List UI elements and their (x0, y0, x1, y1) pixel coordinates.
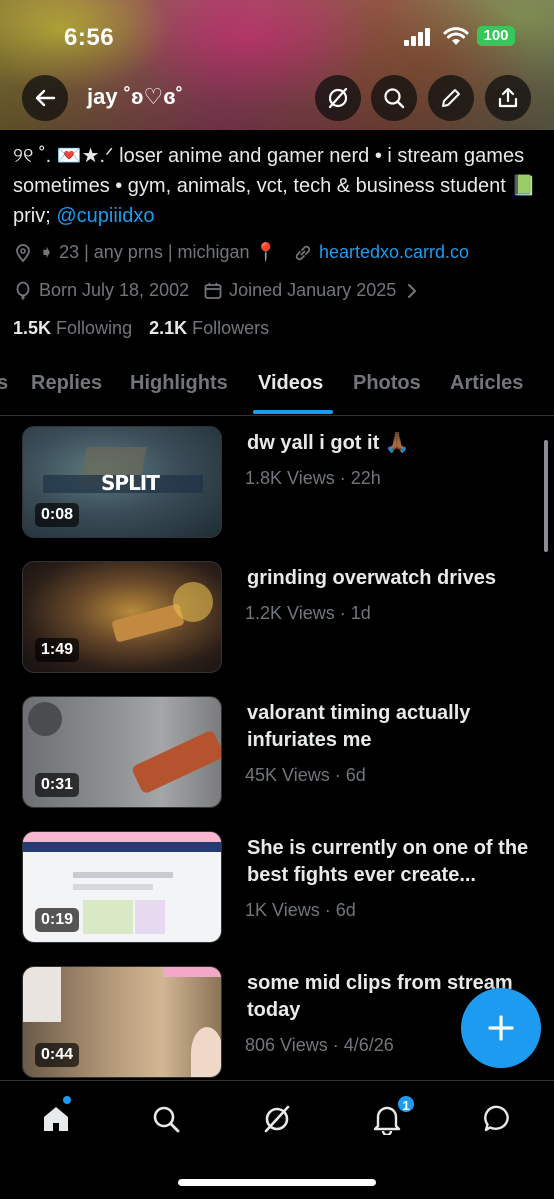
balloon-icon (16, 281, 30, 300)
tab-replies[interactable]: Replies (31, 372, 102, 395)
profile-topbar: jay ˚ʚ♡ɞ˚ (0, 75, 554, 121)
location-pin-icon (16, 243, 30, 262)
following-link[interactable]: 1.5K Following (13, 318, 132, 338)
status-time: 6:56 (64, 24, 115, 51)
video-duration: 0:08 (35, 503, 80, 527)
video-item[interactable]: 0:31 valorant timing actually infuriates… (22, 696, 554, 810)
video-meta: 45K Views · 6d (245, 765, 366, 785)
video-thumbnail[interactable]: SPLIT 0:08 (22, 426, 222, 538)
edit-button[interactable] (428, 75, 474, 121)
search-icon (384, 88, 405, 109)
profile-name: jay ˚ʚ♡ɞ˚ (87, 84, 184, 109)
nav-messages[interactable] (478, 1099, 518, 1139)
search-button[interactable] (371, 75, 417, 121)
calendar-icon (204, 282, 222, 299)
share-button[interactable] (485, 75, 531, 121)
follow-counts: 1.5K Following 2.1K Followers (13, 318, 269, 339)
video-meta: 1.2K Views · 1d (245, 603, 371, 623)
video-meta: 1K Views · 6d (245, 900, 356, 920)
home-indicator (178, 1179, 376, 1186)
wifi-icon (443, 27, 469, 45)
plus-icon (488, 1015, 514, 1041)
chat-bubble-icon (484, 1105, 509, 1132)
grok-icon (264, 1105, 290, 1133)
video-item[interactable]: 1:49 grinding overwatch drives 1.2K View… (22, 561, 554, 675)
nav-home[interactable] (36, 1099, 76, 1139)
pencil-icon (442, 89, 460, 107)
followers-link[interactable]: 2.1K Followers (149, 318, 269, 338)
video-duration: 1:49 (35, 638, 80, 662)
video-thumbnail[interactable]: 0:31 (22, 696, 222, 808)
video-thumbnail[interactable]: 1:49 (22, 561, 222, 673)
tab-articles[interactable]: Articles (450, 372, 523, 395)
grok-icon (328, 87, 348, 109)
back-arrow-icon (35, 89, 56, 107)
compose-button[interactable] (461, 988, 541, 1068)
nav-search[interactable] (146, 1099, 186, 1139)
bio-mention-link[interactable]: @cupiiidxo (56, 205, 154, 227)
video-meta: 806 Views · 4/6/26 (245, 1035, 394, 1055)
video-duration: 0:19 (35, 908, 80, 932)
profile-dates-row: Born July 18, 2002 Joined January 2025 (13, 280, 418, 301)
thumbnail-map-text: SPLIT (101, 471, 160, 495)
profile-location: ➧ 23 | any prns | michigan 📍 (39, 242, 277, 262)
share-icon (498, 87, 518, 108)
tab-videos[interactable]: Videos (258, 372, 323, 395)
home-icon (44, 1107, 68, 1131)
grok-button[interactable] (315, 75, 361, 121)
notifications-badge: 1 (396, 1094, 416, 1114)
profile-tabs: s Replies Highlights Videos Photos Artic… (0, 360, 554, 416)
video-title: She is currently on one of the best figh… (247, 837, 529, 886)
video-title: dw yall i got it 🙏🏾 (247, 432, 410, 454)
search-icon (153, 1106, 180, 1133)
active-tab-indicator (253, 410, 333, 414)
scrollbar[interactable] (544, 440, 548, 552)
video-title: valorant timing actually infuriates me (247, 702, 471, 751)
profile-birthdate: Born July 18, 2002 (39, 280, 190, 300)
video-meta: 1.8K Views · 22h (245, 468, 381, 488)
video-item[interactable]: 0:19 She is currently on one of the best… (22, 831, 554, 945)
profile-website-link[interactable]: heartedxo.carrd.co (319, 242, 469, 263)
profile-joined-date: Joined January 2025 (229, 280, 397, 300)
back-button[interactable] (22, 75, 68, 121)
video-duration: 0:31 (35, 773, 80, 797)
battery-indicator: 100 (477, 26, 515, 46)
video-duration: 0:44 (35, 1043, 80, 1067)
video-thumbnail[interactable]: 0:44 (22, 966, 222, 1078)
cellular-signal-icon (404, 28, 434, 46)
video-item[interactable]: SPLIT 0:08 dw yall i got it 🙏🏾 1.8K View… (22, 426, 554, 540)
nav-grok[interactable] (257, 1099, 297, 1139)
tab-highlights[interactable]: Highlights (130, 372, 228, 395)
chevron-right-icon[interactable] (406, 283, 418, 299)
tab-photos[interactable]: Photos (353, 372, 421, 395)
video-thumbnail[interactable]: 0:19 (22, 831, 222, 943)
link-icon (295, 245, 311, 260)
status-bar: 6:56 100 (0, 0, 554, 70)
profile-bio: ୨୧ ˚. 💌★.ᐟ loser anime and gamer nerd • … (13, 141, 543, 231)
video-title: grinding overwatch drives (247, 567, 496, 589)
home-unread-dot (63, 1096, 71, 1104)
profile-meta-row: ➧ 23 | any prns | michigan 📍 heartedxo.c… (13, 242, 469, 263)
tab-posts[interactable]: s (0, 372, 8, 395)
